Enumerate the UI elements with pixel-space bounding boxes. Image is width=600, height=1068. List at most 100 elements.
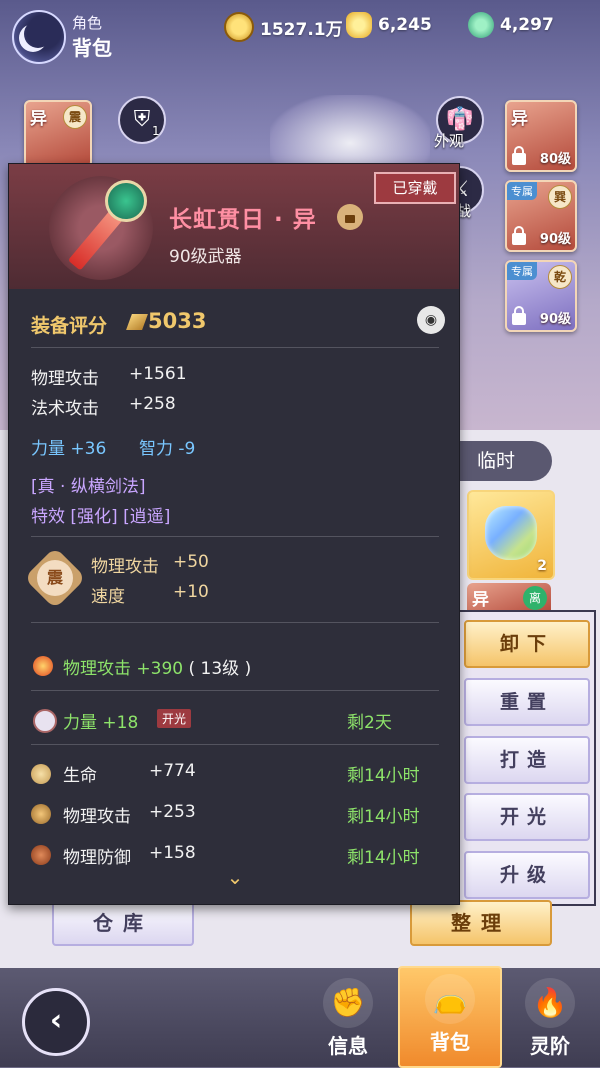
slot-badge: 离 (523, 586, 547, 610)
bless-stat: 力量 +18 (63, 708, 138, 733)
exclusive-ribbon: 专属 (507, 262, 537, 280)
quill-icon (126, 314, 148, 330)
effect-line: 特效 [强化] [逍遥] (31, 507, 171, 527)
slot-tag: 异 (472, 590, 489, 610)
upgrade-button[interactable]: 升级 (464, 851, 590, 899)
nav-bag-label: 背包 (430, 1030, 470, 1054)
buff-remaining: 剩14小时 (347, 807, 420, 827)
buff-name: 生命 (63, 766, 97, 786)
jade-icon (468, 12, 494, 38)
refine-value: +390 (136, 659, 184, 679)
organize-button[interactable]: 整理 (410, 900, 552, 946)
exclusive-ribbon: 专属 (507, 182, 537, 200)
sword-hilt-icon (105, 180, 147, 222)
meat-icon (31, 845, 51, 865)
attr-strength: 力量 +36 (31, 439, 107, 459)
food-icon (31, 804, 51, 824)
buff-value: +158 (149, 843, 196, 863)
base-stat-name: 物理攻击 (31, 369, 99, 389)
bless-tag: 开光 (157, 709, 192, 728)
set-stat-name: 速度 (91, 587, 125, 607)
divider (31, 536, 439, 537)
base-stat-name: 法术攻击 (31, 399, 99, 419)
score-value: 5033 (126, 309, 207, 333)
armor-count: 1 (152, 124, 160, 138)
currency-ingot: 6,245 (346, 12, 432, 38)
warehouse-button[interactable]: 仓库 (52, 900, 194, 946)
ingot-icon (346, 12, 372, 38)
attr-intellect: 智力 -9 (139, 439, 196, 459)
tooltip-header: 长虹贯日 · 异 90级武器 已穿戴 (9, 164, 459, 289)
slot-badge: 巽 (548, 185, 572, 209)
unequip-button[interactable]: 卸下 (464, 620, 590, 668)
buff-value: +253 (149, 802, 196, 822)
slot-level: 90级 (539, 312, 571, 327)
divider (31, 622, 439, 623)
page-title: 背包 (72, 36, 112, 60)
item-count: 2 (537, 558, 547, 574)
equip-slot-right-3[interactable]: 专属 乾 90级 (505, 260, 577, 332)
bag-item-weapon[interactable]: 异 离 (467, 583, 551, 613)
slot-badge: 震 (63, 105, 87, 129)
bag-icon: 👝 (425, 974, 475, 1024)
flame-gem-icon (33, 656, 53, 676)
bless-value: +18 (102, 713, 139, 733)
refine-stat: 物理攻击 +390 ( 13级 ) (63, 654, 251, 679)
header-subtitle: 角色 (72, 14, 103, 32)
equip-slot-weapon[interactable]: 异 震 (24, 100, 92, 168)
armor-icon: ⛨ (133, 107, 151, 132)
lock-icon (512, 146, 526, 165)
divider (31, 347, 439, 348)
chevron-down-icon[interactable]: ⌄ (223, 867, 247, 887)
refine-level: ( 13级 ) (188, 659, 252, 679)
reset-button[interactable]: 重置 (464, 678, 590, 726)
bless-name: 力量 (63, 713, 97, 733)
item-type: 90级武器 (169, 247, 242, 267)
currency-coin: 1527.1万 (224, 12, 343, 42)
fist-icon: ✊ (323, 978, 373, 1028)
bless-button[interactable]: 开光 (464, 793, 590, 841)
slot-level: 90级 (539, 232, 571, 247)
buff-remaining: 剩14小时 (347, 848, 420, 868)
slot-tag: 异 (30, 109, 47, 129)
set-stat-name: 物理攻击 (91, 557, 159, 577)
moon-avatar-icon[interactable] (12, 10, 66, 64)
nav-rank[interactable]: 🔥 灵阶 (500, 972, 600, 1064)
lock-icon[interactable] (337, 204, 363, 230)
eye-icon[interactable]: ◉ (417, 306, 445, 334)
outfit-icon: 👘 (446, 107, 474, 132)
equip-slot-right-2[interactable]: 专属 巽 90级 (505, 180, 577, 252)
nav-info[interactable]: ✊ 信息 (298, 972, 398, 1064)
skill-line: [真 · 纵横剑法] (31, 477, 146, 497)
flame-icon: 🔥 (525, 978, 575, 1028)
score-number: 5033 (148, 309, 207, 333)
equipped-badge: 已穿戴 (374, 172, 456, 204)
currency-jade-value: 4,297 (500, 15, 554, 35)
bless-remaining: 剩2天 (347, 713, 392, 733)
buff-remaining: 剩14小时 (347, 766, 420, 786)
back-arrow-icon: ‹ (49, 1003, 63, 1038)
clock-icon (33, 709, 57, 733)
forge-button[interactable]: 打造 (464, 736, 590, 784)
set-stat-value: +10 (173, 582, 209, 602)
top-bar: 角色 背包 1527.1万 6,245 4,297 (0, 0, 600, 70)
bag-item-gem[interactable]: 2 (467, 490, 555, 580)
slot-level: 80级 (539, 152, 571, 167)
back-button[interactable]: ‹ (22, 988, 90, 1056)
nav-bag[interactable]: 👝 背包 (398, 966, 502, 1068)
buff-name: 物理攻击 (63, 807, 131, 827)
equip-slot-right-1[interactable]: 异 80级 (505, 100, 577, 172)
buff-value: +774 (149, 761, 196, 781)
item-tooltip: 长虹贯日 · 异 90级武器 已穿戴 装备评分 5033 ◉ 物理攻击 +156… (8, 163, 460, 905)
appearance-label: 外观 (434, 132, 465, 150)
set-badge-icon: 震 (37, 560, 73, 596)
nav-rank-label: 灵阶 (530, 1034, 570, 1058)
coin-icon (224, 12, 254, 42)
score-label: 装备评分 (31, 315, 108, 337)
set-stat-value: +50 (173, 552, 209, 572)
item-name: 长虹贯日 · 异 (169, 207, 317, 233)
currency-coin-value: 1527.1万 (260, 19, 343, 40)
base-stat-value: +258 (129, 394, 176, 414)
bun-icon (31, 764, 51, 784)
slot-tag: 异 (511, 109, 528, 129)
